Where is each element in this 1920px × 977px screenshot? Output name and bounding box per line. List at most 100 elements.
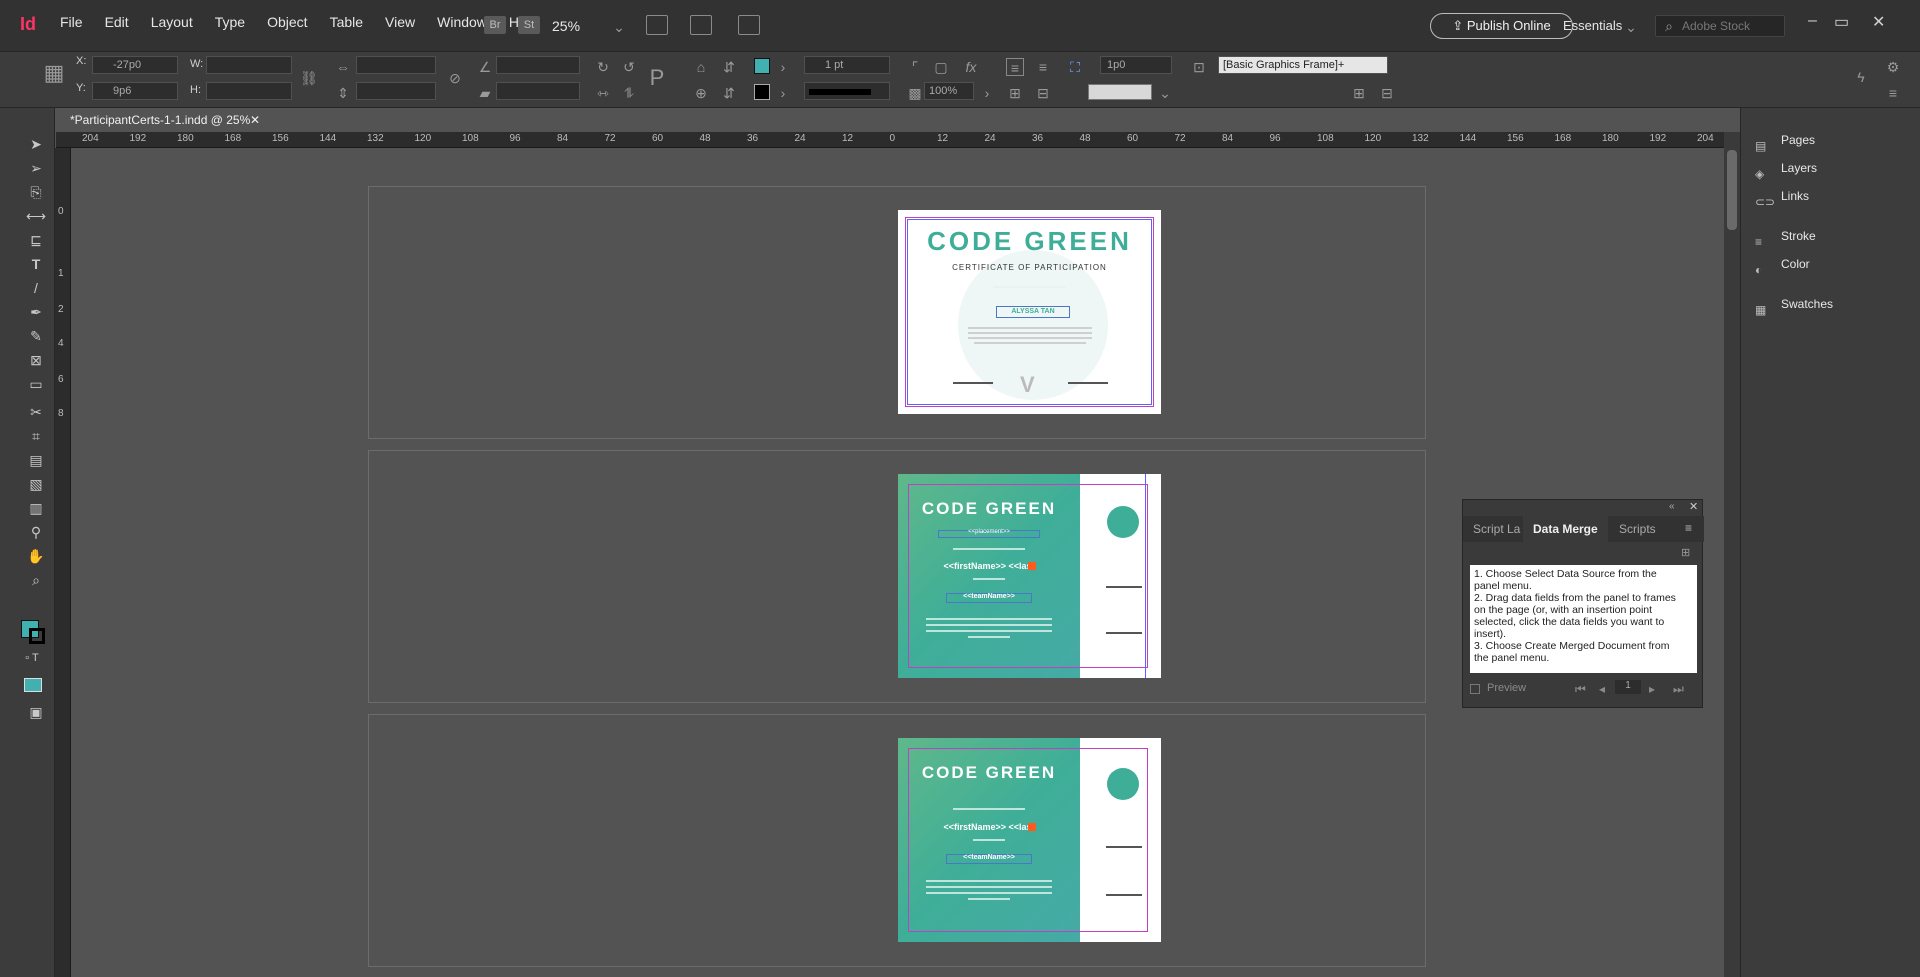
- pencil-tool-icon[interactable]: ✎: [26, 326, 46, 346]
- bridge-button[interactable]: Br: [484, 16, 506, 34]
- effects-icon[interactable]: fx: [962, 58, 980, 76]
- rotate-ccw-icon[interactable]: ↺: [620, 58, 638, 76]
- preview-checkbox[interactable]: [1470, 684, 1480, 694]
- select-content-icon[interactable]: ⇵: [720, 58, 738, 76]
- width-field[interactable]: [206, 56, 292, 74]
- scale-x-field[interactable]: [356, 56, 436, 74]
- menu-table[interactable]: Table: [330, 14, 363, 30]
- view-options-icon[interactable]: [646, 15, 668, 35]
- stroke-swatch[interactable]: [754, 84, 770, 100]
- flip-horizontal-icon[interactable]: ⇿: [594, 84, 612, 102]
- dock-swatches[interactable]: ▦ Swatches: [1755, 292, 1833, 317]
- eyedropper-tool-icon[interactable]: ⚲: [26, 522, 46, 542]
- flip-vertical-icon[interactable]: ⥮: [620, 84, 638, 102]
- spread[interactable]: [368, 714, 1426, 967]
- menu-window[interactable]: Window: [437, 14, 487, 30]
- screen-mode-icon[interactable]: ▣: [26, 702, 46, 722]
- publish-online-button[interactable]: ⇪ Publish Online: [1430, 13, 1573, 39]
- chevron-down-icon[interactable]: ⌄: [610, 18, 628, 36]
- vertical-scrollbar[interactable]: [1724, 132, 1740, 977]
- hand-tool-icon[interactable]: ✋: [26, 546, 46, 566]
- gear-icon[interactable]: ⚙: [1884, 58, 1902, 76]
- object-style-select[interactable]: [Basic Graphics Frame]+: [1218, 56, 1388, 74]
- dock-color[interactable]: ◐ Color: [1755, 252, 1810, 277]
- spread[interactable]: [368, 450, 1426, 703]
- corner-options-icon[interactable]: ⌜: [906, 58, 924, 76]
- rectangle-tool-icon[interactable]: ▭: [26, 374, 46, 394]
- chevron-down-icon[interactable]: ⌄: [1156, 84, 1174, 102]
- horizontal-ruler[interactable]: 204 192 180 168 156 144 132 120 108 96 84 72 60 48 36 2…: [56, 132, 1724, 148]
- dock-layers[interactable]: ◈ Layers: [1755, 156, 1817, 181]
- zoom-tool-icon[interactable]: ⌕: [26, 570, 46, 590]
- frame-preview-swatch[interactable]: [1088, 84, 1152, 100]
- menu-file[interactable]: File: [60, 14, 83, 30]
- spread[interactable]: [368, 186, 1426, 439]
- chevron-right-icon[interactable]: ›: [978, 84, 996, 102]
- note-tool-icon[interactable]: ▥: [26, 498, 46, 518]
- page-certificate-2[interactable]: CODE GREEN <<placement>> <<firstName>> <…: [898, 474, 1161, 678]
- previous-record-icon[interactable]: ◂: [1599, 682, 1605, 696]
- reference-point-icon[interactable]: ▦: [40, 62, 68, 92]
- page-tool-icon[interactable]: ⎘: [26, 182, 46, 202]
- menu-type[interactable]: Type: [215, 14, 245, 30]
- free-transform-tool-icon[interactable]: ⌗: [26, 426, 46, 446]
- menu-edit[interactable]: Edit: [105, 14, 129, 30]
- certificate-subtitle[interactable]: CERTIFICATE OF PARTICIPATION: [898, 263, 1161, 272]
- rotate-cw-icon[interactable]: ↻: [594, 58, 612, 76]
- fill-swatch[interactable]: [754, 58, 770, 74]
- tab-script-label[interactable]: Script La: [1463, 516, 1530, 542]
- panel-menu-icon[interactable]: ≡: [1884, 84, 1902, 102]
- distribute-icon[interactable]: ⊞: [1006, 84, 1024, 102]
- line-tool-icon[interactable]: /: [26, 278, 46, 298]
- paragraph-direction-icon[interactable]: P: [648, 67, 666, 89]
- link-icon[interactable]: ⊘: [446, 69, 464, 87]
- y-position-field[interactable]: 9p6: [92, 82, 178, 100]
- certificate-title[interactable]: CODE GREEN: [898, 226, 1161, 257]
- next-record-icon[interactable]: ▸: [1649, 682, 1655, 696]
- chevron-down-icon[interactable]: ⌄: [1622, 18, 1640, 36]
- workspace-switcher[interactable]: Essentials: [1563, 18, 1622, 33]
- constrain-proportions-icon[interactable]: ⛓: [300, 69, 318, 87]
- menu-object[interactable]: Object: [267, 14, 307, 30]
- collapse-panel-icon[interactable]: «: [1669, 501, 1675, 512]
- scissors-tool-icon[interactable]: ✂: [26, 402, 46, 422]
- panel-menu-icon[interactable]: ≡: [1685, 521, 1692, 535]
- record-number-field[interactable]: 1: [1615, 680, 1641, 694]
- opacity-field[interactable]: 100%: [924, 82, 974, 100]
- chevron-right-icon[interactable]: ›: [774, 84, 792, 102]
- screen-mode-icon[interactable]: [690, 15, 712, 35]
- rectangle-frame-tool-icon[interactable]: ⊠: [26, 350, 46, 370]
- tab-scripts[interactable]: Scripts: [1609, 516, 1666, 542]
- vertical-ruler[interactable]: 0 1 2 4 6 8: [55, 148, 71, 977]
- rotation-field[interactable]: [496, 56, 580, 74]
- x-position-field[interactable]: -27p0: [92, 56, 178, 74]
- tab-data-merge[interactable]: Data Merge: [1523, 516, 1608, 542]
- scrollbar-thumb[interactable]: [1727, 150, 1737, 230]
- select-next-icon[interactable]: ⇵: [720, 84, 738, 102]
- lightning-icon[interactable]: ϟ: [1852, 68, 1870, 86]
- align-left-icon[interactable]: ≡: [1006, 58, 1024, 76]
- select-previous-icon[interactable]: ⊕: [692, 84, 710, 102]
- align-center-icon[interactable]: ≡: [1034, 58, 1052, 76]
- select-container-icon[interactable]: ⌂: [692, 58, 710, 76]
- type-tool-icon[interactable]: T: [26, 254, 46, 274]
- clear-overrides-icon[interactable]: ⊟: [1378, 84, 1396, 102]
- selection-tool-icon[interactable]: ➤: [26, 134, 46, 154]
- first-record-icon[interactable]: ⏮: [1575, 682, 1586, 697]
- menu-view[interactable]: View: [385, 14, 415, 30]
- direct-selection-tool-icon[interactable]: ➢: [26, 158, 46, 178]
- gap-field[interactable]: 1p0: [1100, 56, 1172, 74]
- update-content-icon[interactable]: ⊞: [1681, 546, 1690, 559]
- content-collector-icon[interactable]: ⊑: [26, 230, 46, 250]
- shear-field[interactable]: [496, 82, 580, 100]
- height-field[interactable]: [206, 82, 292, 100]
- close-icon[interactable]: ✕: [1689, 500, 1698, 513]
- close-icon[interactable]: ✕: [250, 108, 260, 132]
- participant-name[interactable]: ALYSSA TAN: [996, 306, 1070, 318]
- pen-tool-icon[interactable]: ✒: [26, 302, 46, 322]
- distribute-spacing-icon[interactable]: ⊟: [1034, 84, 1052, 102]
- stroke-color-icon[interactable]: [29, 628, 45, 644]
- stroke-type-select[interactable]: [804, 82, 890, 100]
- formatting-container-icon[interactable]: ▫ T: [22, 648, 42, 668]
- dock-pages[interactable]: ▤ Pages: [1755, 128, 1815, 153]
